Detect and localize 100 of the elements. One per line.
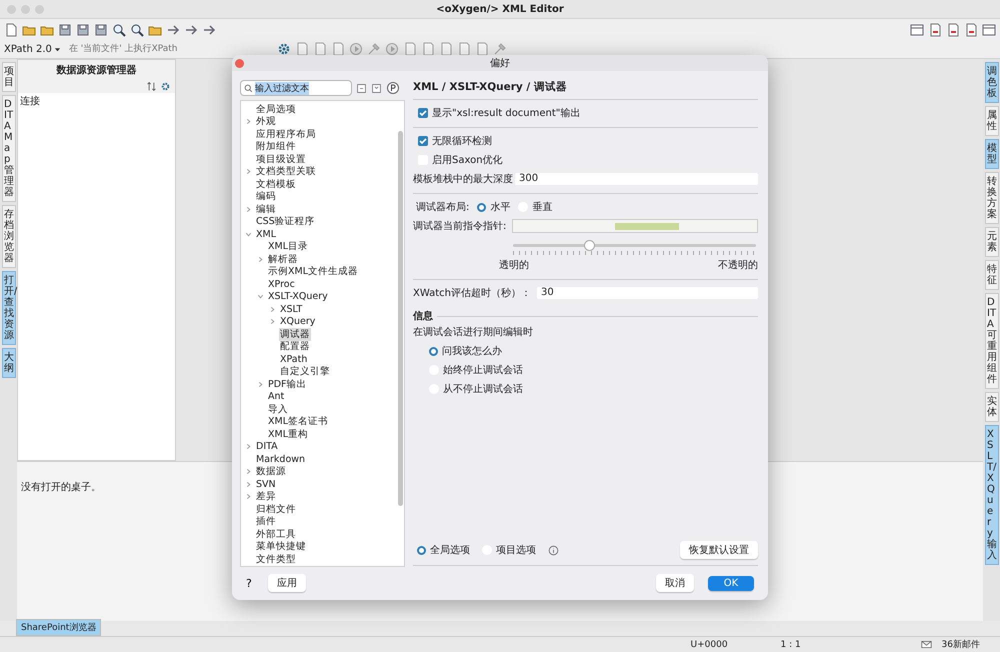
tree-item[interactable]: 配置器	[279, 340, 311, 354]
side-tab[interactable]: 转换方案	[985, 172, 999, 224]
settings-icon[interactable]	[160, 81, 171, 92]
new-file-icon[interactable]	[4, 22, 18, 36]
tree-item[interactable]: 连接	[18, 93, 42, 109]
sort-icon[interactable]	[146, 81, 157, 92]
input-field[interactable]: 300	[515, 173, 758, 185]
play-icon[interactable]	[348, 42, 363, 56]
save-icon[interactable]	[76, 22, 90, 36]
side-tab[interactable]: 项目	[2, 62, 16, 92]
tree-item[interactable]: Markdown	[255, 454, 306, 465]
side-tab[interactable]: DITA可重用组件	[985, 293, 999, 389]
tree-item[interactable]: XML签名证书	[267, 415, 329, 428]
mail-icon[interactable]	[920, 639, 932, 650]
caret-icon[interactable]	[54, 46, 61, 52]
radio-button[interactable]	[477, 202, 486, 212]
side-tab[interactable]: 实体	[985, 392, 999, 422]
scrollbar[interactable]	[398, 131, 403, 506]
arrow-icon[interactable]	[184, 22, 198, 36]
tree-item[interactable]: 全局选项	[255, 102, 297, 116]
tree-item[interactable]: SVN	[255, 478, 277, 490]
xpath-version-dropdown[interactable]: XPath 2.0	[4, 44, 56, 54]
tree-item[interactable]: 附加组件	[255, 140, 297, 154]
side-tab[interactable]: 大纲	[2, 348, 16, 378]
input-field[interactable]: 30	[536, 287, 758, 299]
settings-icon[interactable]	[276, 42, 291, 56]
side-tab[interactable]: DITA Map 管理器	[2, 95, 16, 202]
tree-item[interactable]: XML	[255, 228, 277, 240]
tree-item[interactable]: 文件类型	[255, 552, 297, 566]
tree-item[interactable]: 编辑	[255, 202, 277, 216]
side-tab[interactable]: 属性	[985, 106, 999, 136]
tree-item[interactable]: XProc	[267, 278, 296, 290]
radio-button[interactable]	[417, 546, 426, 554]
document-icon[interactable]	[438, 42, 453, 56]
document-icon[interactable]	[946, 22, 960, 36]
tree-item[interactable]: PDF输出	[267, 378, 308, 391]
dialog-close-button[interactable]	[235, 58, 244, 68]
project-icon[interactable]	[386, 81, 400, 95]
tree-item[interactable]: 归档文件	[255, 502, 297, 516]
document-icon[interactable]	[474, 42, 489, 56]
side-tab[interactable]: 模型	[985, 139, 999, 169]
arrow-icon[interactable]	[166, 22, 180, 36]
tree-item[interactable]: 数据源	[255, 465, 287, 478]
search-icon[interactable]	[112, 22, 126, 36]
document-icon[interactable]	[420, 42, 435, 56]
tree-item[interactable]: 项目级设置	[255, 152, 307, 166]
panel-icon[interactable]	[910, 22, 924, 36]
expand-all-icon[interactable]	[356, 82, 367, 94]
side-tab[interactable]: 元素	[985, 227, 999, 257]
collapse-all-icon[interactable]	[371, 82, 382, 94]
help-button[interactable]: ?	[244, 576, 254, 590]
side-tab[interactable]: 特征	[985, 260, 999, 290]
document-icon[interactable]	[928, 22, 942, 36]
tree-item[interactable]: XQuery	[279, 316, 316, 328]
tree-item[interactable]: 解析器	[267, 252, 299, 266]
play-icon[interactable]	[384, 42, 399, 56]
tree-item[interactable]: 自定义引擎	[279, 365, 331, 378]
color-field[interactable]	[512, 219, 758, 233]
bottom-tab[interactable]: SharePoint浏览器	[16, 619, 102, 636]
apply-button[interactable]: 应用	[268, 574, 306, 592]
tree-item[interactable]: XML重构	[267, 428, 309, 441]
tree-item[interactable]: XSLT	[279, 304, 304, 315]
cancel-button[interactable]: 取消	[656, 574, 694, 592]
ok-button[interactable]: OK	[708, 576, 754, 590]
tree-item[interactable]: XML目录	[267, 240, 309, 254]
info-icon[interactable]	[548, 544, 559, 556]
tree-item[interactable]: 插件	[255, 515, 277, 528]
panel-icon[interactable]	[982, 22, 996, 36]
tree-item[interactable]: 文档模板	[255, 178, 297, 191]
save-icon[interactable]	[94, 22, 108, 36]
slider-thumb[interactable]	[584, 240, 596, 251]
document-icon[interactable]	[402, 42, 417, 56]
restore-defaults-button[interactable]: 恢复默认设置	[680, 541, 758, 559]
document-icon[interactable]	[964, 22, 978, 36]
filter-field[interactable]: 输入过滤文本	[240, 80, 352, 96]
document-icon[interactable]	[330, 42, 345, 56]
search-icon[interactable]	[130, 22, 144, 36]
tree-item[interactable]: 差异	[255, 490, 277, 504]
tree-item[interactable]: 示例XML文件生成器	[267, 265, 359, 278]
radio-button[interactable]	[429, 346, 438, 356]
tree-item[interactable]: 编码	[255, 190, 277, 204]
arrow-icon[interactable]	[202, 22, 216, 36]
side-tab[interactable]: 调色板	[985, 62, 999, 103]
tree-item[interactable]: 导入	[267, 402, 289, 416]
tree-item[interactable]: DITA	[255, 441, 279, 452]
side-tab[interactable]: XSLT/XQuery输入	[985, 425, 999, 565]
tree-item[interactable]: 调试器	[279, 328, 311, 341]
checkbox[interactable]	[418, 136, 428, 146]
tree-item[interactable]: Ant	[267, 391, 286, 402]
tree-item[interactable]: CSS验证程序	[255, 215, 316, 228]
side-tab[interactable]: 打开/查找资源	[2, 271, 16, 345]
document-icon[interactable]	[312, 42, 327, 56]
checkbox[interactable]	[418, 108, 428, 118]
tree-item[interactable]: XPath	[279, 354, 308, 365]
tree-item[interactable]: 菜单快捷键	[255, 540, 307, 554]
side-tab[interactable]: 存档浏览器	[2, 205, 16, 268]
document-icon[interactable]	[294, 42, 309, 56]
document-icon[interactable]	[456, 42, 471, 56]
tree-item[interactable]: XSLT-XQuery	[267, 291, 329, 302]
tree-item[interactable]: 外部工具	[255, 528, 297, 541]
